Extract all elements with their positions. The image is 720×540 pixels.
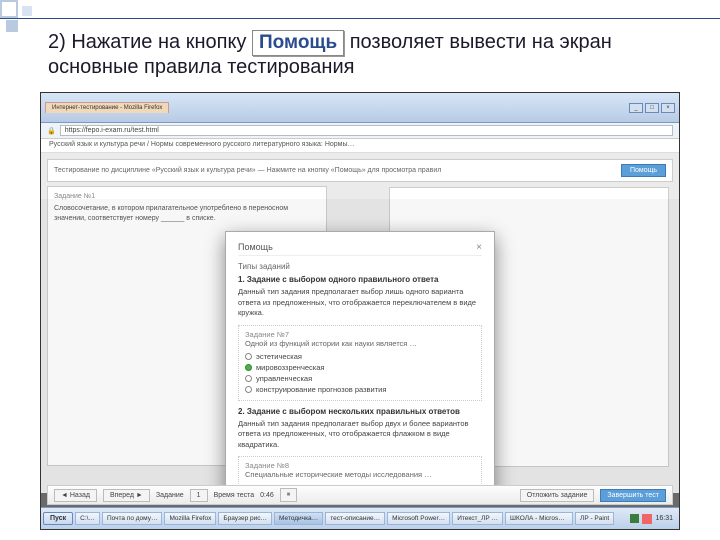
taskbar-item[interactable]: Итекст_ЛР … [452, 512, 503, 525]
help-button[interactable]: Помощь [621, 164, 666, 177]
taskbar-item[interactable]: Браузер рис… [218, 512, 272, 525]
taskbar-item[interactable]: ШКОЛА - Microsof… [505, 512, 573, 525]
example2-question: Специальные исторические методы исследов… [245, 470, 475, 479]
taskbar-item[interactable]: тест-описание… [325, 512, 385, 525]
modal-section1-heading: 1. Задание с выбором одного правильного … [238, 275, 482, 284]
browser-tab[interactable]: Интернет-тестирование - Mozilla Firefox [45, 102, 169, 113]
system-tray: 16:31 [630, 514, 677, 524]
instruction-text: 2) Нажатие на кнопку Помощь позволяет вы… [48, 30, 700, 79]
time-label: Время теста [214, 492, 255, 499]
example-option[interactable]: мировоззренческая [245, 363, 475, 372]
browser-screenshot: Интернет-тестирование - Mozilla Firefox … [40, 92, 680, 530]
slide-decoration [0, 0, 40, 40]
taskbar-item[interactable]: ЛР - Paint [575, 512, 614, 525]
taskbar-item[interactable]: Mozilla Firefox [164, 512, 216, 525]
maximize-button[interactable]: □ [645, 103, 659, 113]
modal-backdrop[interactable]: Помощь × Типы заданий 1. Задание с выбор… [41, 199, 679, 493]
windows-taskbar: Пуск C:\… Почта по дому… Mozilla Firefox… [41, 507, 679, 529]
instruction-prefix: 2) Нажатие на кнопку [48, 31, 246, 53]
modal-section2-heading: 2. Задание с выбором нескольких правильн… [238, 407, 482, 416]
minimize-button[interactable]: _ [629, 103, 643, 113]
modal-section2-text: Данный тип задания предполагает выбор дв… [238, 419, 482, 451]
breadcrumb: Русский язык и культура речи / Нормы сов… [41, 139, 679, 153]
example1-label: Задание №7 [245, 330, 475, 339]
tray-icon[interactable] [630, 514, 639, 523]
postpone-button[interactable]: Отложить задание [520, 489, 595, 502]
modal-subtitle: Типы заданий [238, 262, 482, 271]
question-header-text: Тестирование по дисциплине «Русский язык… [54, 167, 441, 174]
example-option[interactable]: конструирование прогнозов развития [245, 385, 475, 394]
time-value: 0:46 [260, 492, 274, 499]
browser-titlebar: Интернет-тестирование - Mozilla Firefox … [41, 93, 679, 123]
finish-button[interactable]: Завершить тест [600, 489, 666, 502]
help-button-illustration: Помощь [252, 30, 344, 56]
start-button[interactable]: Пуск [43, 512, 73, 525]
url-bar: 🔒 https://fepo.i-exam.ru/test.html [41, 123, 679, 139]
question-value[interactable]: 1 [190, 489, 208, 502]
example2-label: Задание №8 [245, 461, 475, 470]
taskbar-item[interactable]: Методичка… [274, 512, 323, 525]
taskbar-item[interactable]: C:\… [75, 512, 100, 525]
tray-icon[interactable] [642, 514, 652, 524]
url-field[interactable]: https://fepo.i-exam.ru/test.html [60, 125, 673, 136]
question-header: Тестирование по дисциплине «Русский язык… [47, 159, 673, 182]
close-button[interactable]: × [661, 103, 675, 113]
example-option[interactable]: управленческая [245, 374, 475, 383]
modal-example2: Задание №8 Специальные исторические мето… [238, 456, 482, 488]
question-label: Задание [156, 492, 184, 499]
taskbar-item[interactable]: Microsoft Power… [387, 512, 450, 525]
taskbar-item[interactable]: Почта по дому… [102, 512, 163, 525]
window-controls: _ □ × [629, 103, 675, 113]
example1-question: Одной из функций истории как науки являе… [245, 339, 475, 348]
modal-title: Помощь [238, 242, 273, 253]
lock-icon: 🔒 [47, 127, 56, 135]
prev-button[interactable]: ◄ Назад [54, 489, 97, 502]
modal-section1-text: Данный тип задания предполагает выбор ли… [238, 287, 482, 319]
test-toolbar: ◄ Назад Вперед ► Задание 1 Время теста 0… [47, 485, 673, 505]
test-content-area: Тестирование по дисциплине «Русский язык… [41, 153, 679, 493]
help-modal: Помощь × Типы заданий 1. Задание с выбор… [225, 231, 495, 493]
example-option[interactable]: эстетическая [245, 352, 475, 361]
clock: 16:31 [655, 515, 673, 522]
modal-example1: Задание №7 Одной из функций истории как … [238, 325, 482, 401]
modal-close-icon[interactable]: × [476, 242, 482, 253]
next-button[interactable]: Вперед ► [103, 489, 150, 502]
pause-button[interactable]: ⏸ [280, 488, 298, 502]
